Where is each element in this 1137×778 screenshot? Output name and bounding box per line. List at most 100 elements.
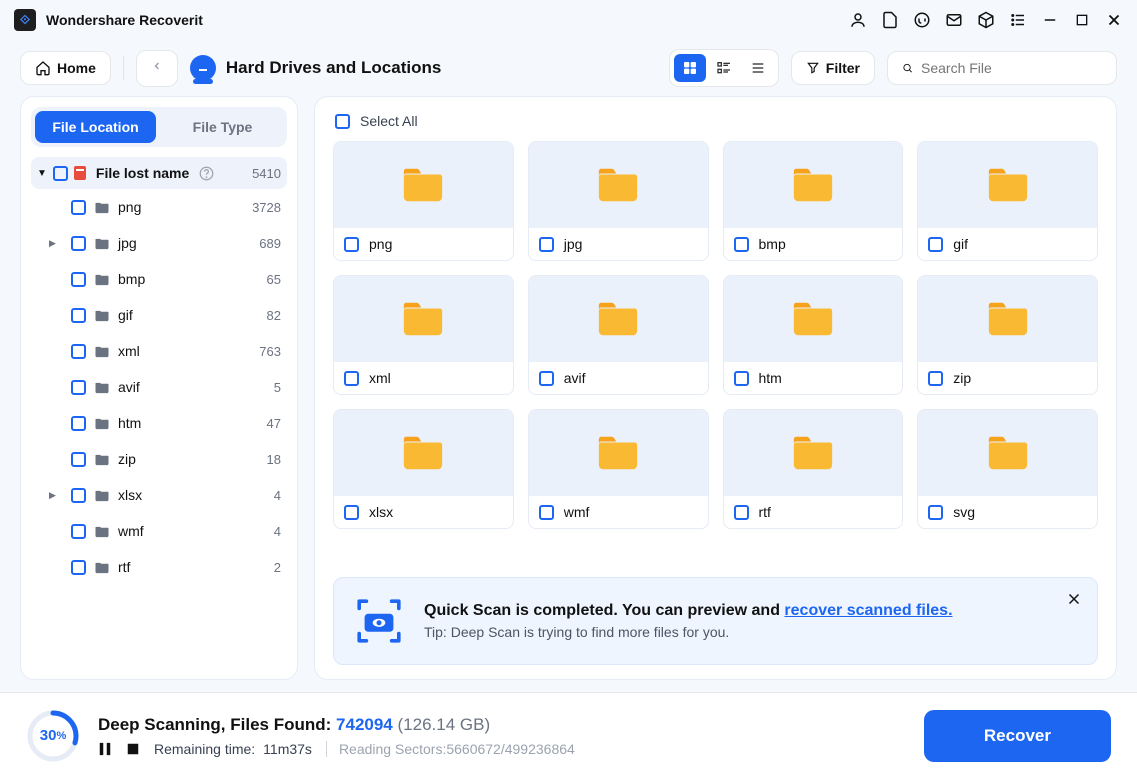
- tree-item[interactable]: zip18: [31, 441, 287, 477]
- folder-name: svg: [953, 504, 975, 520]
- checkbox[interactable]: [539, 505, 554, 520]
- checkbox[interactable]: [928, 237, 943, 252]
- folder-card[interactable]: htm: [723, 275, 904, 395]
- checkbox[interactable]: [71, 308, 86, 323]
- checkbox[interactable]: [71, 380, 86, 395]
- folder-card[interactable]: png: [333, 141, 514, 261]
- folder-card[interactable]: svg: [917, 409, 1098, 529]
- folder-name: xlsx: [369, 504, 393, 520]
- folder-thumbnail: [334, 276, 513, 362]
- progress-circle: 30%: [26, 709, 80, 763]
- folder-icon: [790, 165, 836, 205]
- tree-item[interactable]: avif5: [31, 369, 287, 405]
- stop-button[interactable]: [126, 742, 140, 756]
- checkbox[interactable]: [734, 505, 749, 520]
- folder-name: rtf: [759, 504, 771, 520]
- checkbox[interactable]: [344, 371, 359, 386]
- search-input[interactable]: [921, 60, 1102, 76]
- file-tree[interactable]: ▼ File lost name 5410 png3728▶jpg689bmp6…: [31, 157, 287, 669]
- checkbox[interactable]: [734, 371, 749, 386]
- checkbox[interactable]: [71, 524, 86, 539]
- folder-thumbnail: [724, 142, 903, 228]
- select-all-row[interactable]: Select All: [333, 111, 1098, 141]
- folder-thumbnail: [334, 142, 513, 228]
- tree-root[interactable]: ▼ File lost name 5410: [31, 157, 287, 189]
- checkbox[interactable]: [734, 237, 749, 252]
- checkbox[interactable]: [71, 344, 86, 359]
- folder-card[interactable]: bmp: [723, 141, 904, 261]
- folder-icon: [985, 299, 1031, 339]
- status-title: Deep Scanning, Files Found: 742094 (126.…: [98, 715, 575, 735]
- detail-view-button[interactable]: [742, 54, 774, 82]
- folder-card[interactable]: zip: [917, 275, 1098, 395]
- checkbox[interactable]: [71, 560, 86, 575]
- folder-card[interactable]: gif: [917, 141, 1098, 261]
- tree-item-count: 65: [267, 272, 281, 287]
- search-box[interactable]: [887, 51, 1117, 85]
- folder-icon: [595, 165, 641, 205]
- folder-thumbnail: [529, 142, 708, 228]
- folder-name: avif: [564, 370, 586, 386]
- profile-icon[interactable]: [849, 11, 867, 29]
- pause-button[interactable]: [98, 742, 112, 756]
- document-icon[interactable]: [881, 11, 899, 29]
- back-button[interactable]: [136, 50, 178, 87]
- checkbox[interactable]: [53, 166, 68, 181]
- recover-button[interactable]: Recover: [924, 710, 1111, 762]
- tree-item[interactable]: png3728: [31, 189, 287, 225]
- sidebar-tabs: File Location File Type: [31, 107, 287, 147]
- folder-card[interactable]: xlsx: [333, 409, 514, 529]
- filter-button[interactable]: Filter: [791, 51, 875, 85]
- checkbox[interactable]: [71, 416, 86, 431]
- grid-view-button[interactable]: [674, 54, 706, 82]
- checkbox[interactable]: [539, 371, 554, 386]
- support-icon[interactable]: [913, 11, 931, 29]
- tree-item[interactable]: gif82: [31, 297, 287, 333]
- checkbox[interactable]: [71, 272, 86, 287]
- tree-item[interactable]: rtf2: [31, 549, 287, 585]
- tree-item[interactable]: wmf4: [31, 513, 287, 549]
- mail-icon[interactable]: [945, 11, 963, 29]
- recover-files-link[interactable]: recover scanned files.: [784, 602, 952, 619]
- checkbox[interactable]: [71, 488, 86, 503]
- maximize-icon[interactable]: [1073, 11, 1091, 29]
- folder-card[interactable]: rtf: [723, 409, 904, 529]
- list-view-button[interactable]: [708, 54, 740, 82]
- tree-root-count: 5410: [252, 166, 281, 181]
- menu-icon[interactable]: [1009, 11, 1027, 29]
- checkbox[interactable]: [539, 237, 554, 252]
- checkbox[interactable]: [71, 452, 86, 467]
- folder-grid: pngjpgbmpgif xml avif htmzip xlsx wmf rtf svg: [333, 141, 1098, 529]
- folder-card[interactable]: jpg: [528, 141, 709, 261]
- tab-file-location[interactable]: File Location: [35, 111, 156, 143]
- checkbox[interactable]: [344, 505, 359, 520]
- close-icon: [1065, 590, 1083, 608]
- chevron-left-icon: [151, 59, 163, 73]
- tab-file-type[interactable]: File Type: [162, 111, 283, 143]
- select-all-checkbox[interactable]: [335, 114, 350, 129]
- tree-item[interactable]: xml763: [31, 333, 287, 369]
- folder-icon: [94, 453, 110, 466]
- checkbox[interactable]: [71, 200, 86, 215]
- scan-icon: [352, 594, 406, 648]
- checkbox[interactable]: [928, 505, 943, 520]
- home-button[interactable]: Home: [20, 51, 111, 85]
- checkbox[interactable]: [344, 237, 359, 252]
- minimize-icon[interactable]: [1041, 11, 1059, 29]
- close-icon[interactable]: [1105, 11, 1123, 29]
- tree-item[interactable]: htm47: [31, 405, 287, 441]
- tree-item[interactable]: bmp65: [31, 261, 287, 297]
- tree-item[interactable]: ▶xlsx4: [31, 477, 287, 513]
- notification-close-button[interactable]: [1065, 590, 1083, 613]
- checkbox[interactable]: [71, 236, 86, 251]
- divider: [123, 56, 124, 80]
- folder-card[interactable]: wmf: [528, 409, 709, 529]
- checkbox[interactable]: [928, 371, 943, 386]
- folder-card[interactable]: xml: [333, 275, 514, 395]
- tree-item-label: htm: [118, 415, 141, 431]
- help-icon[interactable]: [199, 166, 214, 181]
- folder-card[interactable]: avif: [528, 275, 709, 395]
- folder-icon: [985, 433, 1031, 473]
- tree-item[interactable]: ▶jpg689: [31, 225, 287, 261]
- package-icon[interactable]: [977, 11, 995, 29]
